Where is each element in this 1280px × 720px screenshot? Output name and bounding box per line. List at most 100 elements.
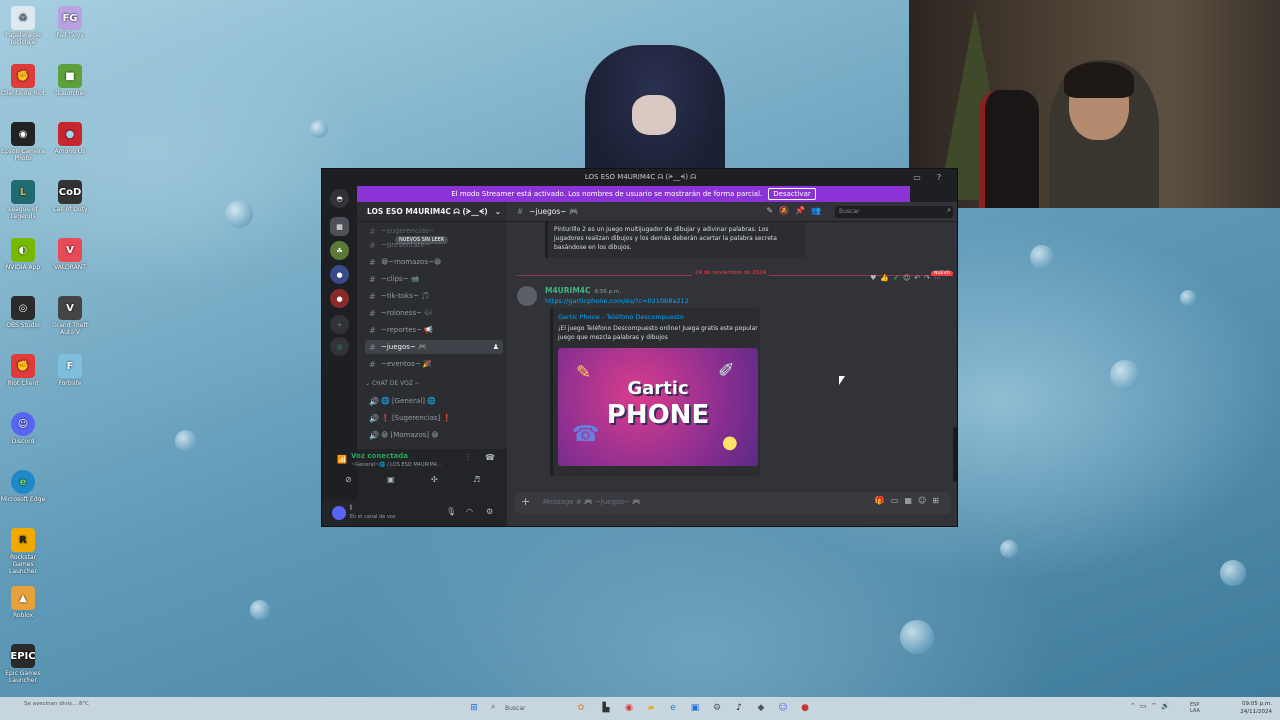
- check-icon[interactable]: ✔: [893, 274, 903, 282]
- channel-item-active[interactable]: # ~juegos~ 🎮 ♟: [365, 340, 503, 354]
- disable-streamer-mode-button[interactable]: Desactivar: [768, 188, 816, 200]
- desktop-icon[interactable]: ◐ NVIDIA App: [0, 238, 46, 271]
- help-icon[interactable]: ?: [933, 171, 945, 183]
- members-icon[interactable]: 👥: [811, 206, 827, 215]
- embed-title[interactable]: Gartic Phone - Teléfono Descompuesto: [558, 313, 684, 321]
- reply-icon[interactable]: ↶: [914, 274, 924, 282]
- message-input[interactable]: Message # 🎮 ~juegos~ 🎮: [543, 498, 641, 506]
- task-view-icon[interactable]: ▙: [600, 702, 612, 714]
- store-icon[interactable]: ▣: [689, 702, 701, 714]
- gift-icon[interactable]: 🎁: [875, 496, 891, 505]
- desktop-icon[interactable]: ☺ Discord: [0, 412, 46, 445]
- settings-gear-icon[interactable]: ⚙: [486, 507, 493, 516]
- emoji-icon[interactable]: ☺: [918, 496, 932, 505]
- desktop-icon[interactable]: L League of Legends: [0, 180, 46, 220]
- weather-widget[interactable]: Se avecinan divis... 8°C: [24, 701, 89, 708]
- add-member-icon[interactable]: ♟: [493, 343, 499, 351]
- battery-icon[interactable]: ▭: [1140, 702, 1151, 710]
- noise-suppression-icon[interactable]: ⫶: [467, 453, 469, 463]
- pin-icon[interactable]: 📌: [795, 206, 811, 215]
- sticker-icon[interactable]: ▦: [904, 496, 918, 505]
- start-icon[interactable]: ⊞: [468, 702, 480, 714]
- desktop-icon[interactable]: EPIC Epic Games Launcher: [0, 644, 46, 684]
- desktop-icon[interactable]: CoD Call of Duty: [47, 180, 93, 213]
- reaction-icon[interactable]: ♥: [870, 274, 880, 282]
- wifi-icon[interactable]: ⌔: [1151, 702, 1162, 710]
- desktop-icon[interactable]: ◎ OBS Studio: [0, 296, 46, 329]
- more-icon[interactable]: ⋯: [934, 274, 945, 282]
- discord-taskbar-icon[interactable]: ☺: [777, 702, 789, 714]
- desktop-icon[interactable]: R Rockstar Games Launcher: [0, 528, 46, 575]
- discord-home-icon[interactable]: ◓: [330, 189, 349, 208]
- clock[interactable]: 09:05 p.m. 24/11/2024: [1240, 700, 1272, 716]
- screen-share-icon[interactable]: ▣: [387, 475, 395, 484]
- desktop-icon[interactable]: ■ TLauncher: [47, 64, 93, 97]
- desktop-icon[interactable]: FG Fall Guys: [47, 6, 93, 39]
- widgets-icon[interactable]: ✿: [575, 702, 587, 714]
- server-icon[interactable]: ●: [330, 289, 349, 308]
- voice-channel-item[interactable]: 🔊 🌐 [General] 🌐: [365, 394, 503, 408]
- channel-item[interactable]: # ~eventos~ 🎉: [365, 357, 503, 371]
- apps-icon[interactable]: ⊞: [932, 496, 945, 505]
- inbox-icon[interactable]: ▭: [911, 171, 923, 183]
- thumbs-up-icon[interactable]: 👍: [880, 274, 893, 282]
- server-header[interactable]: LOS ESO M4URIM4C ᗣ (ᗒ__ᗕ) ⌄: [357, 202, 507, 222]
- soundboard-icon[interactable]: ♬: [473, 475, 480, 484]
- activities-icon[interactable]: ✣: [431, 475, 438, 484]
- desktop-icon[interactable]: ● Among Us: [47, 122, 93, 155]
- desktop-icon[interactable]: e Microsoft Edge: [0, 470, 46, 503]
- chevron-up-icon[interactable]: ⌃: [1130, 702, 1140, 710]
- explore-icon[interactable]: ◎: [330, 337, 349, 356]
- search-input[interactable]: Buscar: [835, 206, 953, 218]
- threads-icon[interactable]: ✎: [766, 206, 779, 215]
- desktop-icon[interactable]: ✊ Cliente de Riot: [0, 64, 46, 97]
- voice-channel-path[interactable]: ~General~🌐 / LOS ESO M4URIM4...: [351, 462, 442, 468]
- file-explorer-icon[interactable]: ▰: [645, 702, 657, 714]
- server-icon[interactable]: ▦: [330, 217, 349, 236]
- desktop-icon[interactable]: V VALORANT: [47, 238, 93, 271]
- voice-status[interactable]: Voz conectada: [351, 452, 408, 460]
- channel-item[interactable]: # ~clips~ 📹: [365, 272, 503, 286]
- channel-item[interactable]: # ~roloness~ 🎶: [365, 306, 503, 320]
- channel-item[interactable]: # 😁~momazos~😁: [365, 255, 503, 269]
- message-author[interactable]: M4URIM4C: [545, 286, 591, 295]
- forward-icon[interactable]: ↷: [924, 274, 934, 282]
- volume-icon[interactable]: 🔊: [1161, 702, 1174, 710]
- server-icon[interactable]: ●: [330, 265, 349, 284]
- app-icon[interactable]: ◆: [755, 702, 767, 714]
- server-icon[interactable]: ☘: [330, 241, 349, 260]
- desktop-icon[interactable]: ✊ Riot Client: [0, 354, 46, 387]
- message-link[interactable]: https://garticphone.com/es/?c=0210b8a212: [545, 297, 689, 305]
- embed-image[interactable]: ✎ ✐ ☎ ● Gartic PHONE: [558, 348, 758, 466]
- voice-category[interactable]: ⌄ CHAT DE VOZ ~: [365, 380, 420, 387]
- desktop-icon[interactable]: F Fortnite: [47, 354, 93, 387]
- avatar[interactable]: [517, 286, 537, 306]
- edge-icon[interactable]: e: [667, 702, 679, 714]
- disconnect-icon[interactable]: ☎: [485, 453, 495, 462]
- chat-scrollbar[interactable]: [953, 427, 957, 482]
- desktop-icon[interactable]: ♻ Papelera de reciclaje: [0, 6, 46, 46]
- chrome-icon[interactable]: ◉: [623, 702, 635, 714]
- channel-item[interactable]: # ~presentate~: [365, 238, 503, 252]
- notifications-icon[interactable]: 🔕: [779, 206, 795, 215]
- camera-off-icon[interactable]: ⊘: [345, 475, 352, 484]
- microphone-icon[interactable]: 🎙: [446, 507, 456, 516]
- channel-item[interactable]: # ~tik-toks~ 🎵: [365, 289, 503, 303]
- tiktok-icon[interactable]: ♪: [733, 702, 745, 714]
- tray-lang[interactable]: ESP LAA: [1190, 702, 1204, 714]
- gif-icon[interactable]: ▭: [891, 496, 905, 505]
- desktop-icon[interactable]: V Grand Theft Auto V: [47, 296, 93, 336]
- headphones-icon[interactable]: ◠: [466, 507, 473, 516]
- desktop-icon[interactable]: ◉ Epson Camera Photo: [0, 122, 46, 162]
- settings-icon[interactable]: ⚙: [711, 702, 723, 714]
- voice-channel-item[interactable]: 🔊 😁 [Momazos] 😁: [365, 428, 503, 442]
- obs-taskbar-icon[interactable]: ●: [799, 702, 811, 714]
- attach-plus-icon[interactable]: +: [521, 495, 530, 508]
- channel-item[interactable]: # ~sugerencias~: [365, 224, 503, 238]
- avatar[interactable]: [332, 506, 346, 520]
- channel-item[interactable]: # ~reportes~ 📢: [365, 323, 503, 337]
- add-server-icon[interactable]: +: [330, 315, 349, 334]
- voice-channel-item[interactable]: 🔊 ❗ [Sugerencias] ❗: [365, 411, 503, 425]
- desktop-icon[interactable]: ▲ Roblox: [0, 586, 46, 619]
- user-name[interactable]: l: [350, 504, 352, 512]
